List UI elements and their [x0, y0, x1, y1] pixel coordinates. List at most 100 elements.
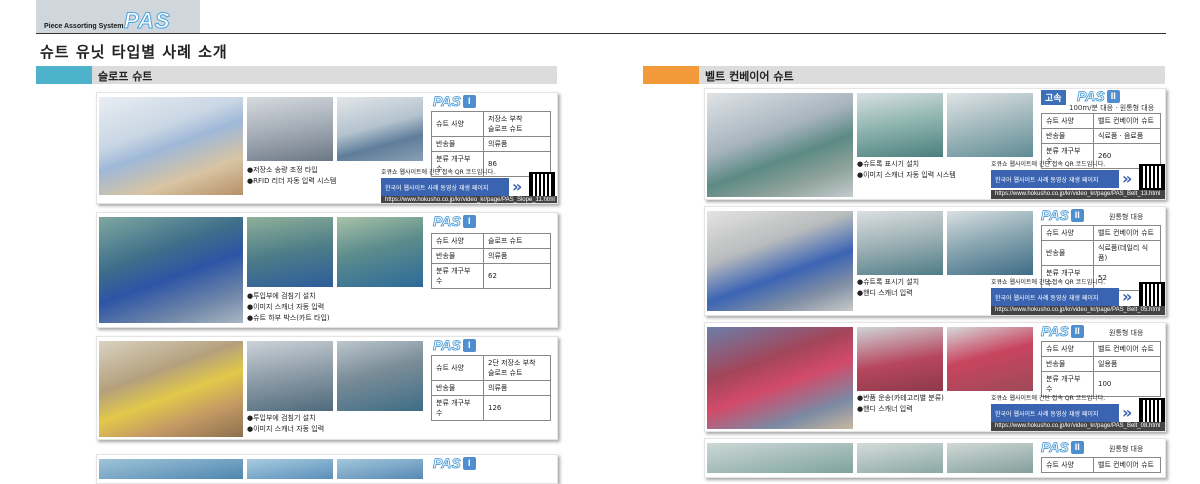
spec-key: 반송물: [431, 136, 484, 152]
spec-value: 벨트 컨베이어 슈트: [1093, 457, 1161, 473]
section-title: 슬로프 슈트: [98, 70, 153, 83]
page-title: 슈트 유닛 타입별 사례 소개: [40, 43, 228, 61]
case-photo: [337, 217, 423, 287]
video-url[interactable]: https://www.hokusho.co.jp/kr/video_kr/pa…: [991, 422, 1165, 431]
spec-key: 반송물: [431, 248, 484, 264]
arrow-icon: »: [512, 177, 523, 196]
qr-caption: 호큐쇼 웹사이트에 간단 접속 QR 코드입니다.: [991, 279, 1106, 286]
pas-badge: PAS I: [433, 93, 476, 109]
case-photo: [857, 93, 943, 157]
feature-item: ●슈트 하부 박스(카트 타입): [247, 314, 330, 322]
case-photo: [247, 341, 333, 411]
case-card: PAS II 원통형 대응 슈트 사양 벨트 컨베이어 슈트 반송물 일용품 분류 개…: [704, 322, 1166, 432]
feature-item: ●핸디 스캐너 입력: [857, 405, 913, 413]
arrow-icon: »: [1122, 287, 1133, 306]
video-url[interactable]: https://www.hokusho.co.jp/kr/video_kr/pa…: [991, 306, 1165, 315]
spec-key: 슈트 사양: [431, 355, 484, 381]
case-photo: [947, 443, 1033, 473]
pas-badge: PAS II: [1041, 207, 1084, 223]
spec-table: 슈트 사양 슬로프 슈트 반송물 의류품 분류 개구부 수 62: [431, 233, 551, 289]
feature-item: ●RFID 리더 자동 입력 시스템: [247, 177, 337, 185]
spec-value: 벨트 컨베이어 슈트: [1093, 113, 1161, 129]
pas-badge: PAS II: [1077, 89, 1120, 104]
feature-list: ●투입부에 검침기 설치 ●이미지 스캐너 자동 입력: [247, 413, 324, 435]
feature-list: ●슈트록 표시기 설치 ●이미지 스캐너 자동 입력 시스템: [857, 159, 956, 181]
case-photo: [707, 443, 853, 473]
qr-code-icon[interactable]: [1139, 398, 1165, 424]
feature-item: ●이미지 스캐너 자동 입력 시스템: [857, 171, 956, 179]
case-photo: [857, 211, 943, 275]
spec-key: 반송물: [1041, 240, 1094, 266]
roman-numeral: I: [462, 339, 476, 352]
section-header-belt: 벨트 컨베이어 슈트: [643, 66, 1165, 84]
case-photo: [247, 217, 333, 287]
arrow-icon: »: [1122, 169, 1133, 188]
spec-key: 반송물: [431, 380, 484, 396]
case-card: PAS II 원통형 대응 슈트 사양 벨트 컨베이어 슈트 반송물 식료품(데일리 …: [704, 206, 1166, 316]
feature-item: ●이미지 스캐너 자동 입력: [247, 303, 325, 311]
case-photo: [947, 211, 1033, 275]
header-rule: [36, 33, 1166, 34]
brand-banner: Piece Assorting System PAS: [36, 0, 200, 34]
pas-badge: PAS I: [433, 337, 476, 353]
roman-numeral: I: [462, 457, 476, 470]
qr-code-icon[interactable]: [1139, 282, 1165, 308]
case-photo: [947, 327, 1033, 391]
spec-value: 62: [483, 263, 551, 289]
spec-key: 슈트 사양: [1041, 113, 1094, 129]
case-card: PAS II 원통형 대응 슈트 사양 벨트 컨베이어 슈트: [704, 438, 1166, 478]
high-speed-badge: 고속: [1041, 90, 1066, 105]
video-page-button[interactable]: 한국어 웹사이트 사례 동영상 재생 페이지: [991, 170, 1119, 188]
section-title: 벨트 컨베이어 슈트: [705, 70, 794, 83]
spec-value: 벨트 컨베이어 슈트: [1093, 341, 1161, 357]
speed-note: 100m/분 대응 · 원통형 대응: [1069, 104, 1155, 112]
case-photo: [337, 97, 423, 161]
spec-key: 반송물: [1041, 356, 1094, 372]
video-page-button[interactable]: 한국어 웹사이트 사례 동영상 재생 페이지: [991, 288, 1119, 306]
video-page-button[interactable]: 한국어 웹사이트 사례 동영상 재생 페이지: [381, 178, 509, 196]
video-url[interactable]: https://www.hokusho.co.jp/kr/video_kr/pa…: [991, 190, 1165, 199]
spec-value: 식료품 · 음료품: [1093, 128, 1161, 144]
feature-item: ●투입부에 검침기 설치: [247, 414, 316, 422]
pas-badge: PAS II: [1041, 323, 1084, 339]
feature-item: ●이미지 스캐너 자동 입력: [247, 425, 325, 433]
pas-badge-text: PAS: [433, 213, 462, 229]
spec-value: 식료품(데일리 식품): [1093, 240, 1161, 266]
video-page-button[interactable]: 한국어 웹사이트 사례 동영상 재생 페이지: [991, 404, 1119, 422]
spec-key: 슈트 사양: [1041, 341, 1094, 357]
case-photo: [99, 459, 243, 479]
qr-caption: 호큐쇼 웹사이트에 간단 접속 QR 코드입니다.: [381, 169, 496, 176]
qr-code-icon[interactable]: [1139, 164, 1165, 190]
pas-badge-text: PAS: [433, 337, 462, 353]
case-photo: [337, 341, 423, 411]
spec-value: 의류품: [483, 248, 551, 264]
video-url[interactable]: https://www.hokusho.co.jp/kr/video_kr/pa…: [381, 196, 557, 203]
feature-item: ●저장소 송량 조정 타입: [247, 166, 318, 174]
pas-badge: PAS I: [433, 455, 476, 471]
type-note: 원통형 대응: [1109, 213, 1144, 221]
spec-value: 의류품: [483, 380, 551, 396]
spec-key: 슈트 사양: [1041, 225, 1094, 241]
spec-key: 슈트 사양: [1041, 457, 1094, 473]
case-photo: [99, 217, 243, 323]
case-photo: [99, 341, 243, 437]
spec-table: 슈트 사양 2단 저장소 부착 슬로프 슈트 반송물 의류품 분류 개구부 수 126: [431, 355, 551, 421]
type-note: 원통형 대응: [1109, 329, 1144, 337]
case-photo: [947, 93, 1033, 157]
case-card: PAS I 슈트 사양 2단 저장소 부착 슬로프 슈트 반송물 의류품 분류 개구부…: [96, 336, 558, 440]
spec-value: 슬로프 슈트: [483, 233, 551, 249]
case-card: PAS I: [96, 454, 558, 484]
feature-list: ●투입부에 검침기 설치 ●이미지 스캐너 자동 입력 ●슈트 하부 박스(카트…: [247, 291, 330, 324]
feature-item: ●반품 운송(카테고리별 분류): [857, 394, 944, 402]
case-card: 고속 PAS II 100m/분 대응 · 원통형 대응 슈트 사양 벨트 컨베이어…: [704, 88, 1166, 200]
case-photo: [247, 97, 333, 161]
roman-numeral: II: [1106, 90, 1120, 103]
feature-list: ●반품 운송(카테고리별 분류) ●핸디 스캐너 입력: [857, 393, 944, 415]
spec-key: 반송물: [1041, 128, 1094, 144]
case-photo: [707, 211, 853, 311]
spec-key: 분류 개구부 수: [431, 395, 484, 421]
pas-badge-text: PAS: [1041, 439, 1070, 455]
case-photo: [707, 327, 853, 429]
feature-list: ●슈트록 표시기 설치 ●핸디 스캐너 입력: [857, 277, 919, 299]
qr-code-icon[interactable]: [529, 172, 555, 198]
